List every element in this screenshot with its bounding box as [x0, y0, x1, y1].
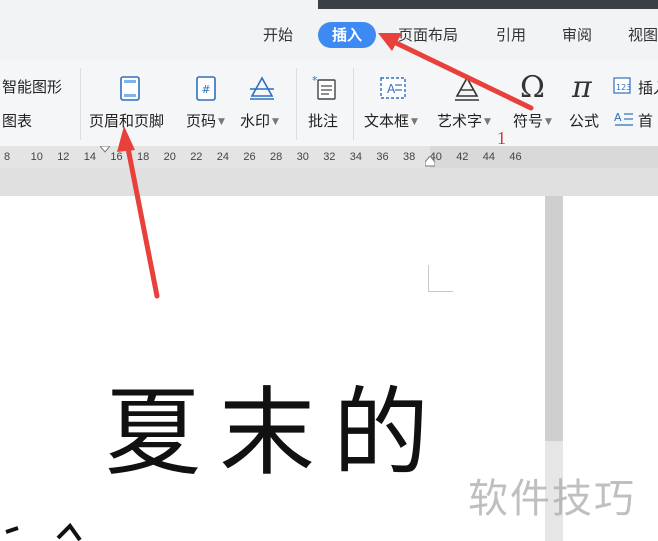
- ruler-tick-label: 32: [323, 151, 336, 163]
- ribbon-separator: [80, 68, 81, 140]
- comment-button[interactable]: 批注: [308, 110, 338, 131]
- chevron-down-icon: ▼: [272, 116, 279, 127]
- watermark-label: 水印: [240, 112, 271, 130]
- header-footer-button[interactable]: 页眉和页脚: [89, 110, 164, 131]
- word-art-icon: [455, 76, 479, 101]
- document-margin-strip: [0, 168, 658, 196]
- svg-text:#: #: [201, 83, 210, 96]
- comment-icon: *: [312, 74, 336, 100]
- svg-text:123: 123: [616, 83, 631, 92]
- word-art-label: 艺术字: [437, 112, 483, 130]
- tab-page-layout[interactable]: 页面布局: [398, 22, 458, 48]
- tab-references[interactable]: 引用: [496, 22, 526, 48]
- page-number-label: 页码: [186, 112, 217, 130]
- symbol-button[interactable]: 符号 ▼: [513, 110, 552, 131]
- site-watermark: 软件技巧: [468, 476, 636, 522]
- ruler-tick-label: 10: [30, 151, 43, 163]
- indent-marker-icon[interactable]: [100, 146, 110, 154]
- chevron-down-icon: ▼: [218, 116, 225, 127]
- first-line-icon: A: [614, 111, 633, 126]
- page-shadow: [545, 196, 563, 441]
- ruler-tick-label: 14: [83, 151, 97, 163]
- chevron-down-icon: ▼: [545, 116, 552, 127]
- chevron-down-icon: ▼: [484, 116, 491, 127]
- document-next-line-fragment: [0, 520, 100, 541]
- ribbon-separator: [353, 68, 354, 140]
- chevron-down-icon: ▼: [411, 116, 418, 127]
- insert-number-button[interactable]: 插入: [638, 77, 658, 98]
- ruler-tick-label: 12: [57, 151, 70, 163]
- smart-art-button[interactable]: 智能图形: [2, 76, 62, 97]
- first-button[interactable]: 首: [638, 110, 653, 131]
- formula-button[interactable]: 公式: [569, 110, 599, 131]
- page-number-icon: #: [196, 76, 216, 101]
- word-art-button[interactable]: 艺术字 ▼: [437, 110, 491, 131]
- document-page[interactable]: [0, 196, 545, 541]
- watermark-icon: [250, 76, 274, 100]
- watermark-button[interactable]: 水印 ▼: [240, 110, 279, 131]
- text-box-icon: A: [380, 77, 406, 99]
- ruler-tick-label: 34: [349, 151, 363, 163]
- page-number-button[interactable]: 页码 ▼: [186, 110, 225, 131]
- title-bar-dark-region: [318, 0, 658, 9]
- insert-number-icon: 123: [613, 77, 631, 94]
- tab-insert[interactable]: 插入: [318, 22, 376, 48]
- svg-text:*: *: [312, 74, 318, 87]
- tab-view[interactable]: 视图: [628, 22, 658, 48]
- ruler-tick-label: 28: [270, 151, 283, 163]
- tab-home[interactable]: 开始: [263, 22, 293, 48]
- ruler-tick-label: 18: [137, 151, 150, 163]
- ruler-tick-label: 46: [509, 151, 522, 163]
- ruler-ticks: 8 10 12 14 16 18 20 22 24 26 28 30 32 34 36 38 40 42 44 46: [0, 146, 658, 168]
- ruler-tick-label: 20: [163, 151, 176, 163]
- document-heading: 夏末的: [105, 377, 447, 489]
- chart-button[interactable]: 图表: [2, 110, 32, 131]
- ribbon-separator: [296, 68, 297, 140]
- ruler-tick-label: 26: [243, 151, 256, 163]
- symbol-omega-icon: Ω: [520, 70, 545, 105]
- ruler-tick-label: 36: [376, 151, 389, 163]
- tab-review[interactable]: 审阅: [562, 22, 592, 48]
- header-footer-icon: [120, 76, 140, 101]
- callout-number: 1: [497, 128, 506, 148]
- margin-corner-mark: [428, 265, 453, 292]
- formula-pi-icon: π: [572, 70, 592, 105]
- ruler-tick-label: 38: [403, 151, 416, 163]
- ruler-tick-label: 24: [216, 151, 230, 163]
- right-indent-marker-icon[interactable]: [425, 156, 435, 168]
- svg-text:A: A: [614, 111, 622, 124]
- ruler-tick-label: 8: [4, 151, 11, 163]
- text-box-label: 文本框: [364, 112, 410, 130]
- ruler-tick-label: 44: [482, 151, 496, 163]
- svg-text:A: A: [387, 82, 396, 96]
- ruler-tick-label: 22: [190, 151, 203, 163]
- ruler-tick-label: 42: [456, 151, 469, 163]
- ruler-tick-label: 16: [110, 151, 123, 163]
- text-box-button[interactable]: 文本框 ▼: [364, 110, 418, 131]
- symbol-label: 符号: [513, 112, 544, 130]
- ruler-tick-label: 30: [296, 151, 309, 163]
